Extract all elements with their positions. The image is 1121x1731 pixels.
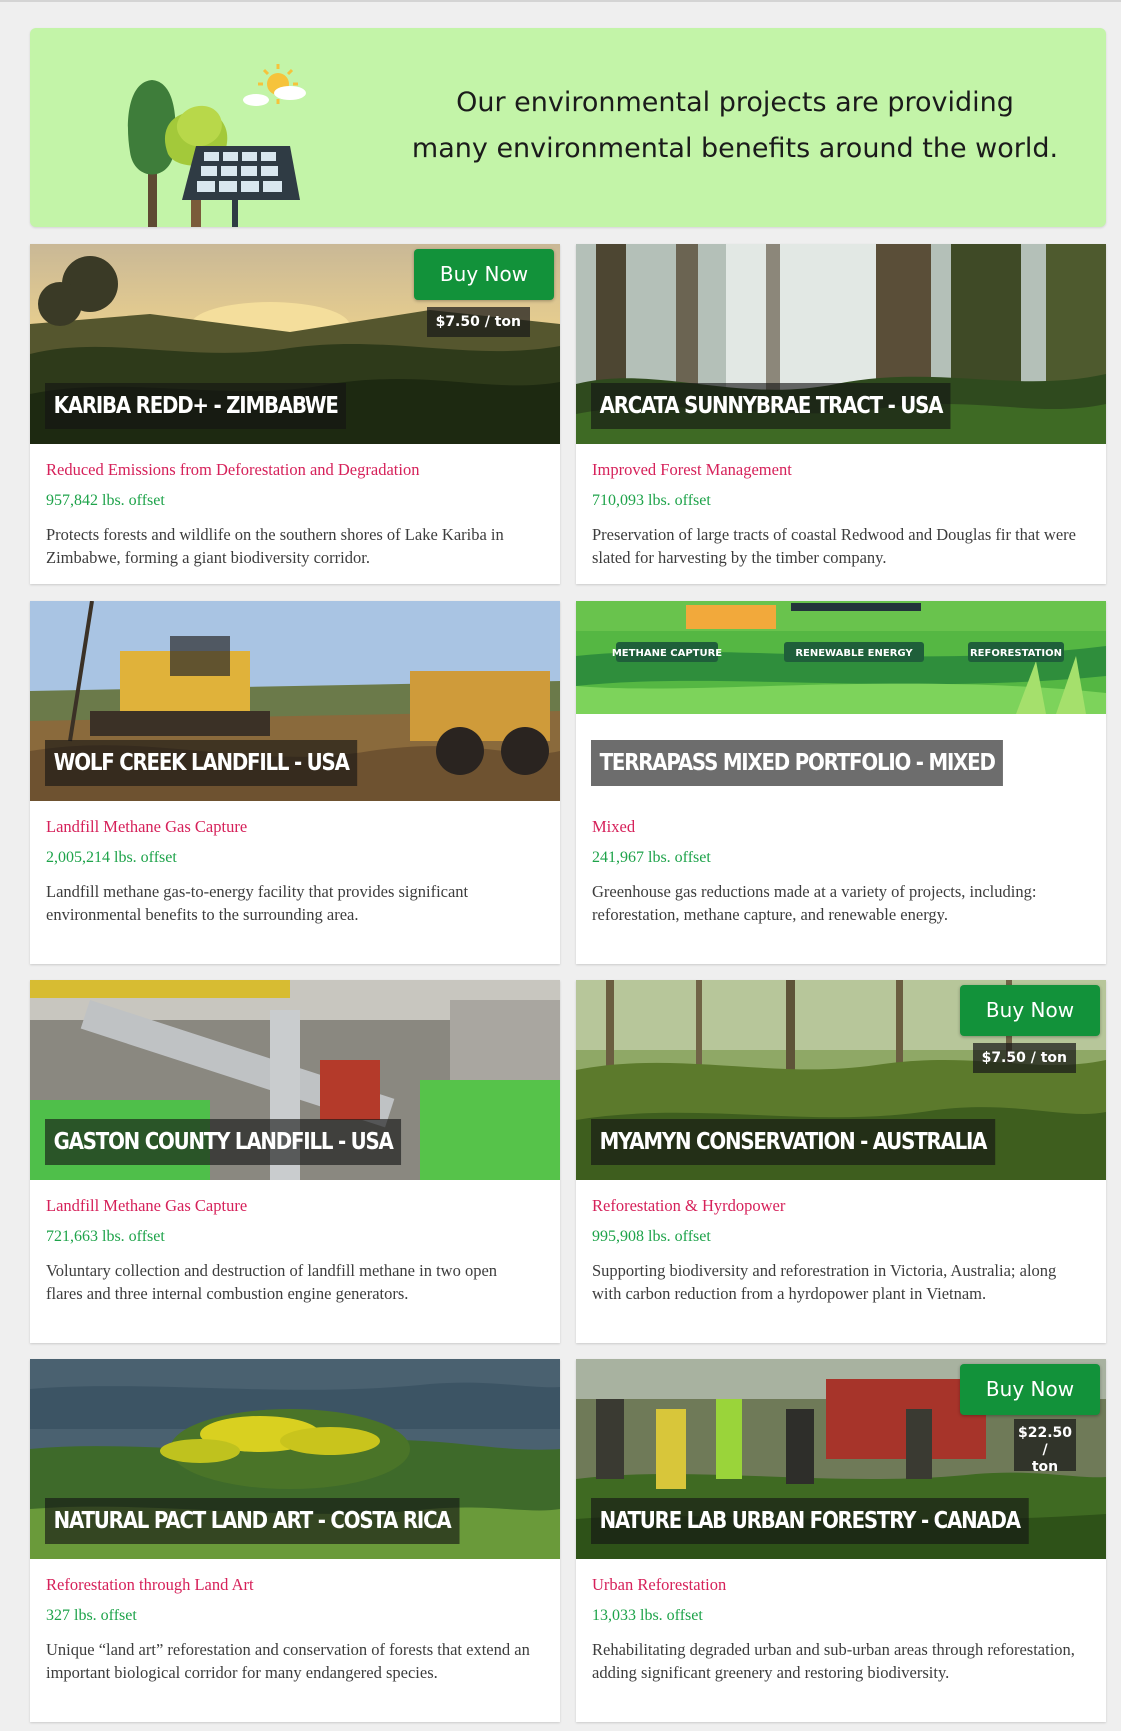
project-title: GASTON COUNTY LANDFILL - USA xyxy=(45,1119,402,1165)
project-offset: 13,033 lbs. offset xyxy=(592,1607,703,1624)
project-card-myamyn[interactable]: MYAMYN CONSERVATION - AUSTRALIA Buy Now … xyxy=(576,980,1106,1343)
project-card-nature-lab[interactable]: NATURE LAB URBAN FORESTRY - CANADA Buy N… xyxy=(576,1359,1106,1722)
project-category: Landfill Methane Gas Capture xyxy=(46,1196,248,1215)
project-description: Supporting biodiversity and reforestrati… xyxy=(592,1261,1057,1303)
banner-line-1: Our environmental projects are providing xyxy=(456,87,1014,118)
project-category: Improved Forest Management xyxy=(592,460,792,479)
top-border xyxy=(0,0,1121,2)
banner-headline: Our environmental projects are providing… xyxy=(370,80,1100,172)
project-offset: 957,842 lbs. offset xyxy=(46,492,165,509)
buy-now-button[interactable]: Buy Now xyxy=(960,1364,1100,1415)
project-description: Unique “land art” reforestation and cons… xyxy=(46,1640,530,1682)
project-title: NATURAL PACT LAND ART - COSTA RICA xyxy=(45,1498,460,1544)
price-badge: $7.50 / ton xyxy=(972,1043,1076,1073)
project-category: Urban Reforestation xyxy=(592,1575,727,1594)
reforestation-label: REFORESTATION xyxy=(970,648,1062,659)
project-description: Rehabilitating degraded urban and sub-ur… xyxy=(592,1640,1075,1682)
buy-now-button[interactable]: Buy Now xyxy=(960,985,1100,1036)
project-description: Protects forests and wildlife on the sou… xyxy=(46,525,504,567)
project-card-terrapass[interactable]: METHANE CAPTURE RENEWABLE ENERGY REFORES… xyxy=(576,601,1106,964)
project-category: Reforestation through Land Art xyxy=(46,1575,254,1594)
project-description: Preservation of large tracts of coastal … xyxy=(592,525,1076,567)
project-category: Reduced Emissions from Deforestation and… xyxy=(46,460,420,479)
project-offset: 2,005,214 lbs. offset xyxy=(46,849,177,866)
project-title: KARIBA REDD+ - ZIMBABWE xyxy=(45,383,347,429)
price-amount: $22.50 / xyxy=(1017,1425,1073,1458)
project-offset: 710,093 lbs. offset xyxy=(592,492,711,509)
methane-capture-label: METHANE CAPTURE xyxy=(612,648,722,659)
project-image: METHANE CAPTURE RENEWABLE ENERGY REFORES… xyxy=(576,601,1106,714)
project-card-kariba[interactable]: KARIBA REDD+ - ZIMBABWE Buy Now $7.50 / … xyxy=(30,244,560,584)
price-unit: ton xyxy=(1031,1459,1059,1475)
project-card-natural-pact[interactable]: NATURAL PACT LAND ART - COSTA RICA Refor… xyxy=(30,1359,560,1722)
renewable-energy-label: RENEWABLE ENERGY xyxy=(795,648,913,659)
project-category: Landfill Methane Gas Capture xyxy=(46,817,248,836)
project-title: ARCATA SUNNYBRAE TRACT - USA xyxy=(591,383,951,429)
tree-solar-illustration xyxy=(127,64,306,227)
project-title: NATURE LAB URBAN FORESTRY - CANADA xyxy=(591,1498,1029,1544)
project-offset: 995,908 lbs. offset xyxy=(592,1228,711,1245)
project-description: Voluntary collection and destruction of … xyxy=(46,1261,498,1303)
project-category: Mixed xyxy=(592,817,636,836)
banner-line-2: many environmental benefits around the w… xyxy=(411,133,1059,164)
project-card-arcata[interactable]: ARCATA SUNNYBRAE TRACT - USA Improved Fo… xyxy=(576,244,1106,584)
buy-now-button[interactable]: Buy Now xyxy=(414,249,554,300)
project-description: Greenhouse gas reductions made at a vari… xyxy=(592,882,1037,924)
project-title: TERRAPASS MIXED PORTFOLIO - MIXED xyxy=(591,740,1004,786)
project-card-gaston[interactable]: GASTON COUNTY LANDFILL - USA Landfill Me… xyxy=(30,980,560,1343)
project-offset: 721,663 lbs. offset xyxy=(46,1228,165,1245)
hero-banner: Our environmental projects are providing… xyxy=(30,28,1106,227)
project-offset: 327 lbs. offset xyxy=(46,1607,137,1624)
project-offset: 241,967 lbs. offset xyxy=(592,849,711,866)
project-title: WOLF CREEK LANDFILL - USA xyxy=(45,740,358,786)
project-card-wolf-creek[interactable]: WOLF CREEK LANDFILL - USA Landfill Metha… xyxy=(30,601,560,964)
price-badge: $7.50 / ton xyxy=(426,307,530,337)
project-description: Landfill methane gas-to-energy facility … xyxy=(46,882,469,924)
project-title: MYAMYN CONSERVATION - AUSTRALIA xyxy=(591,1119,995,1165)
price-badge: $22.50 / ton xyxy=(1014,1419,1076,1475)
project-category: Reforestation & Hyrdopower xyxy=(592,1196,786,1215)
